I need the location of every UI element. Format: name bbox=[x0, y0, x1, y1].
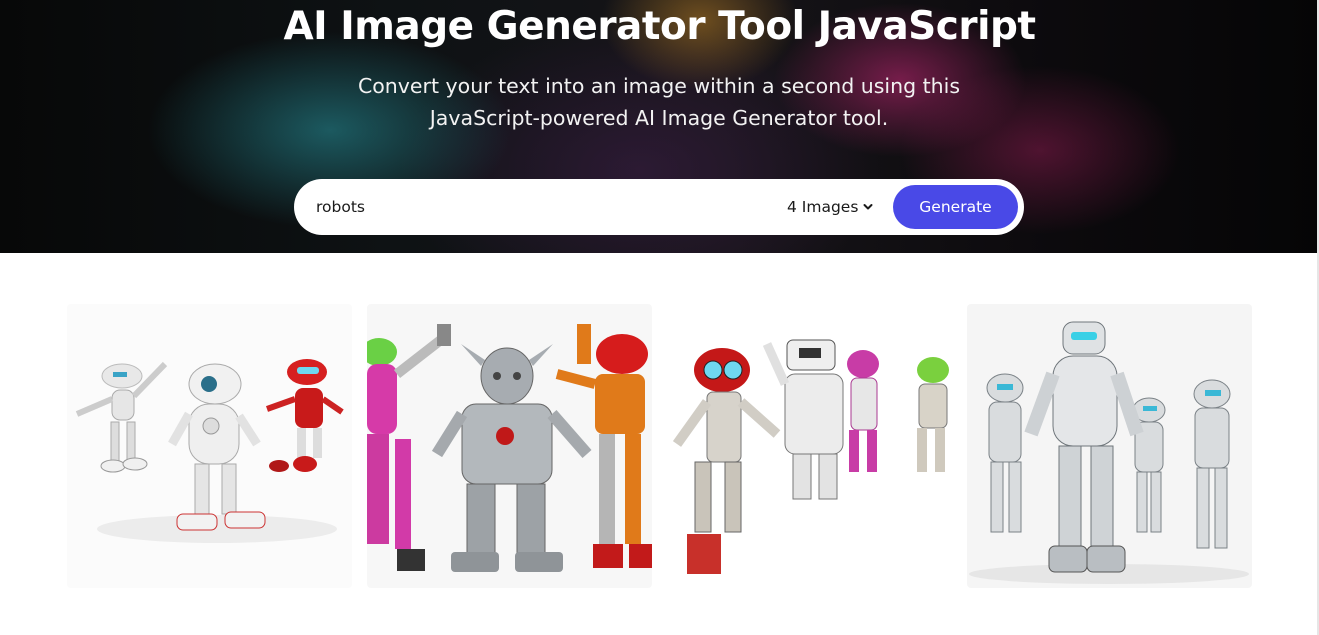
page-title: AI Image Generator Tool JavaScript bbox=[283, 4, 1036, 49]
robot-image-4 bbox=[967, 304, 1252, 588]
prompt-input[interactable] bbox=[316, 193, 756, 221]
generated-image-1[interactable] bbox=[67, 304, 352, 588]
robot-image-1 bbox=[67, 304, 352, 588]
hero-banner: AI Image Generator Tool JavaScript Conve… bbox=[0, 0, 1319, 253]
generated-image-3[interactable] bbox=[667, 304, 952, 588]
image-gallery bbox=[67, 304, 1252, 588]
chevron-down-icon bbox=[863, 204, 873, 210]
subtitle-line-1: Convert your text into an image within a… bbox=[357, 74, 961, 98]
robot-image-3 bbox=[667, 304, 952, 588]
image-count-select[interactable]: 4 Images bbox=[787, 196, 873, 218]
page-subtitle: Convert your text into an image within a… bbox=[309, 70, 1009, 134]
generate-form: 4 Images Generate bbox=[294, 179, 1024, 235]
generate-button[interactable]: Generate bbox=[893, 185, 1018, 229]
subtitle-line-2: JavaScript-powered AI Image Generator to… bbox=[429, 106, 889, 130]
image-count-value: 4 Images bbox=[787, 198, 859, 216]
generated-image-4[interactable] bbox=[967, 304, 1252, 588]
robot-image-2 bbox=[367, 304, 652, 588]
generated-image-2[interactable] bbox=[367, 304, 652, 588]
